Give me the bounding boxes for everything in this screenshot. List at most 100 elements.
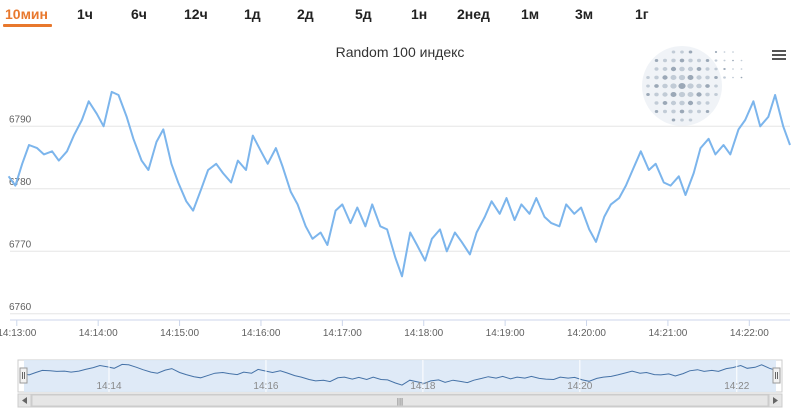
globe-dots-logo bbox=[642, 46, 743, 126]
logo-dot bbox=[696, 101, 702, 105]
x-tick-label: 14:14:00 bbox=[79, 328, 118, 339]
navigator-tick-label: 14:20 bbox=[567, 381, 592, 392]
logo-dot bbox=[696, 58, 702, 63]
x-axis: 14:13:00 14:14:00 14:15:00 14:16:00 14:17:00… bbox=[0, 320, 769, 339]
logo-dot bbox=[705, 92, 710, 97]
logo-dot bbox=[662, 101, 668, 105]
logo-dot bbox=[687, 66, 694, 72]
logo-dot bbox=[740, 76, 743, 79]
chart-title: Random 100 индекс bbox=[336, 44, 465, 60]
logo-dot bbox=[688, 50, 693, 54]
logo-dot bbox=[671, 109, 676, 114]
logo-dot bbox=[688, 109, 693, 114]
logo-dot bbox=[714, 84, 718, 88]
logo-dot bbox=[687, 75, 694, 80]
scroll-left-arrow[interactable] bbox=[17, 393, 32, 408]
navigator-scrollbar[interactable]: ||| bbox=[17, 393, 783, 408]
y-tick-label: 6790 bbox=[9, 114, 32, 125]
logo-dot bbox=[680, 50, 684, 54]
logo-dot bbox=[740, 59, 743, 62]
logo-dot bbox=[654, 84, 659, 88]
x-tick-label: 14:18:00 bbox=[404, 328, 443, 339]
logo-dot bbox=[671, 118, 676, 122]
logo-dot bbox=[696, 67, 702, 71]
logo-dot bbox=[670, 66, 677, 72]
logo-dot bbox=[654, 101, 659, 105]
logo-dot bbox=[678, 91, 686, 98]
logo-dot bbox=[662, 67, 668, 71]
navigator-handle-left[interactable] bbox=[19, 367, 28, 384]
logo-dot bbox=[732, 76, 734, 79]
logo-dot bbox=[670, 75, 677, 80]
logo-dot bbox=[696, 83, 702, 89]
logo-dot bbox=[688, 118, 693, 122]
logo-dot bbox=[662, 92, 668, 97]
logo-dot bbox=[696, 92, 702, 97]
hamburger-icon[interactable] bbox=[770, 48, 788, 64]
x-tick-label: 14:19:00 bbox=[486, 328, 525, 339]
navigator: 14:14 14:16 14:18 14:20 14:22 bbox=[17, 359, 783, 393]
logo-dot bbox=[714, 93, 718, 96]
logo-dot bbox=[654, 67, 659, 71]
chart: Random 100 индекс 6760677067806790 14:13… bbox=[0, 44, 791, 408]
logo-dot bbox=[687, 100, 694, 106]
logo-dot bbox=[670, 100, 677, 106]
x-tick-label: 14:16:00 bbox=[241, 328, 280, 339]
logo-dot bbox=[705, 59, 710, 62]
logo-dot bbox=[723, 76, 726, 79]
logo-dot bbox=[662, 75, 668, 80]
y-gridlines bbox=[10, 125, 790, 315]
logo-dot bbox=[714, 51, 718, 53]
logo-dot bbox=[723, 51, 726, 53]
logo-dot bbox=[714, 76, 718, 79]
logo-dot bbox=[723, 67, 726, 71]
logo-dot bbox=[671, 50, 676, 54]
logo-dot bbox=[646, 76, 650, 79]
logo-dot bbox=[654, 59, 659, 62]
logo-dot bbox=[732, 51, 734, 53]
logo-dot bbox=[705, 84, 710, 88]
logo-dot bbox=[662, 58, 668, 63]
x-tick-label: 14:20:00 bbox=[567, 328, 606, 339]
logo-dot bbox=[654, 110, 659, 113]
logo-dot bbox=[687, 92, 694, 97]
logo-dot bbox=[714, 67, 718, 71]
logo-dot bbox=[696, 109, 702, 114]
x-tick-label: 14:15:00 bbox=[160, 328, 199, 339]
logo-dot bbox=[732, 59, 734, 62]
logo-dot bbox=[705, 101, 710, 105]
logo-dot bbox=[696, 75, 702, 80]
x-tick-label: 14:22:00 bbox=[730, 328, 769, 339]
logo-dot bbox=[732, 68, 734, 70]
logo-dot bbox=[679, 58, 685, 63]
navigator-selection[interactable] bbox=[24, 360, 776, 392]
logo-dot bbox=[679, 109, 685, 114]
logo-dot bbox=[654, 75, 659, 80]
logo-dot bbox=[705, 110, 710, 113]
logo-dot bbox=[662, 109, 668, 114]
logo-dot bbox=[714, 59, 718, 62]
logo-dot bbox=[662, 83, 668, 89]
logo-dot bbox=[705, 75, 710, 80]
logo-dot bbox=[679, 100, 685, 106]
y-tick-label: 6760 bbox=[9, 302, 32, 313]
navigator-handle-right[interactable] bbox=[772, 367, 781, 384]
logo-dot bbox=[646, 84, 650, 88]
logo-dot bbox=[740, 68, 743, 70]
logo-dot bbox=[670, 83, 677, 89]
navigator-tick-label: 14:18 bbox=[410, 381, 435, 392]
logo-dot bbox=[678, 74, 686, 81]
logo-dot bbox=[679, 66, 685, 72]
x-tick-label: 14:13:00 bbox=[0, 328, 37, 339]
logo-dot bbox=[687, 83, 694, 89]
logo-dot bbox=[688, 58, 693, 63]
logo-dot bbox=[723, 59, 726, 62]
scrollbar-grip: ||| bbox=[397, 397, 403, 406]
logo-dot bbox=[670, 92, 677, 97]
scroll-right-arrow[interactable] bbox=[768, 393, 783, 408]
logo-dot bbox=[680, 118, 684, 122]
y-tick-label: 6770 bbox=[9, 239, 32, 250]
navigator-tick-label: 14:14 bbox=[96, 381, 121, 392]
navigator-tick-label: 14:16 bbox=[253, 381, 278, 392]
logo-dot bbox=[654, 92, 659, 97]
